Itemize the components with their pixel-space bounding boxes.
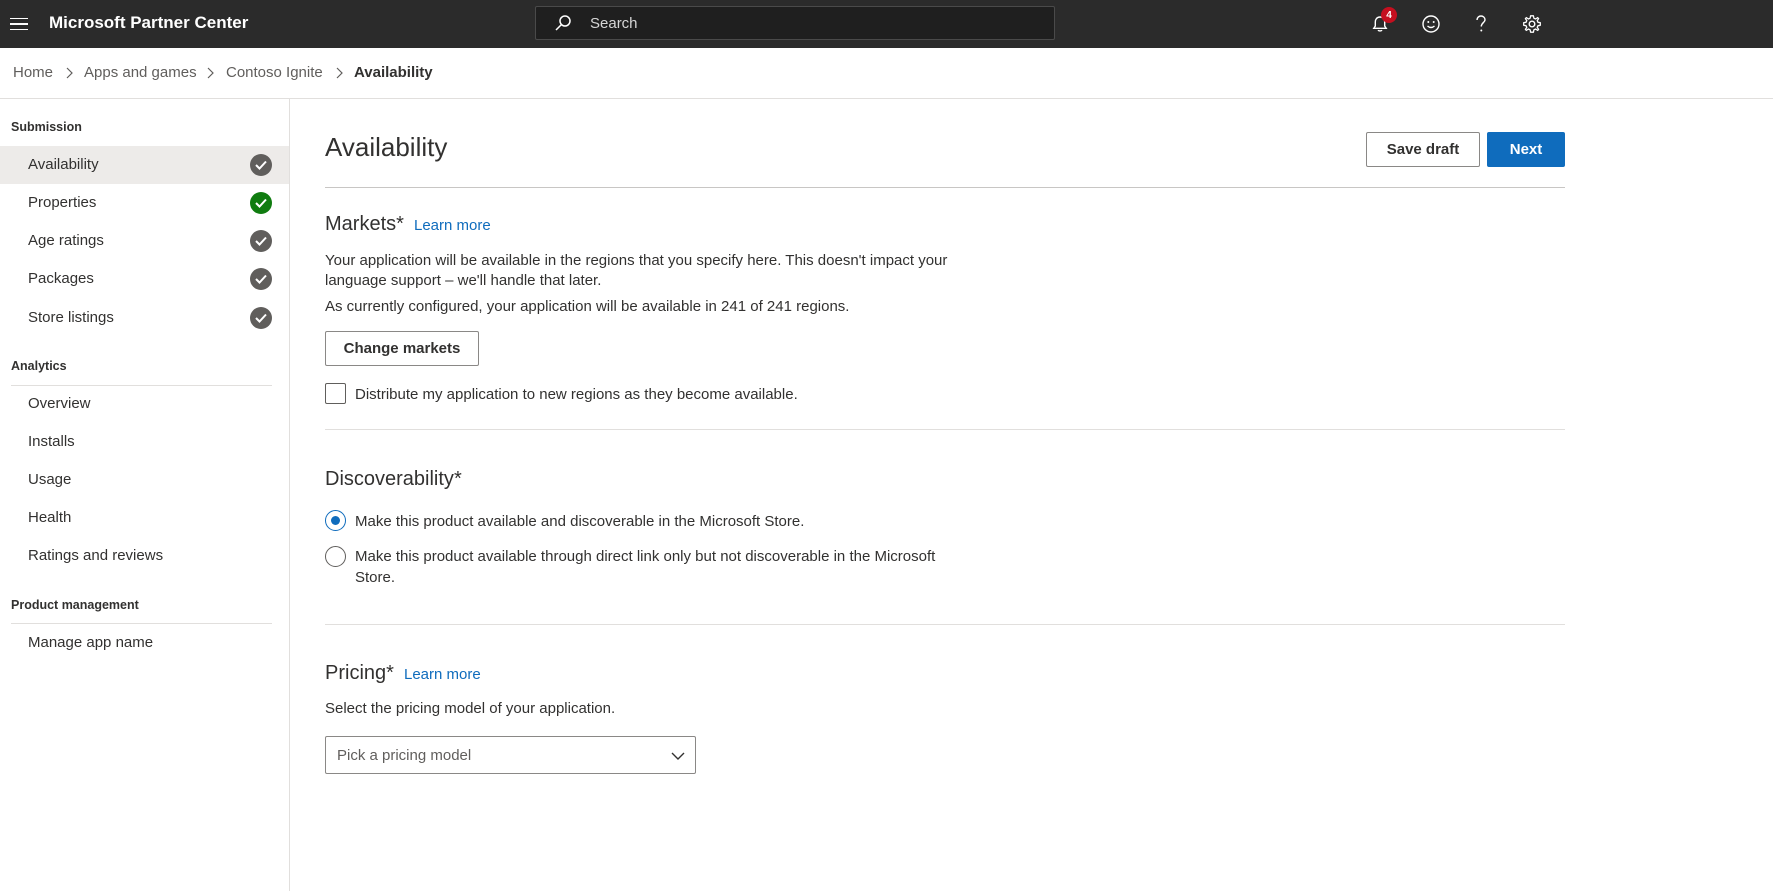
sidebar-item-health[interactable]: Health bbox=[0, 499, 289, 537]
sidebar-item-label: Manage app name bbox=[28, 634, 154, 651]
discoverable-radio[interactable] bbox=[325, 510, 346, 531]
sidebar-item-availability[interactable]: Availability bbox=[0, 146, 289, 184]
discoverability-title: Discoverability bbox=[325, 468, 454, 490]
pricing-title: Pricing bbox=[325, 662, 387, 684]
settings-button[interactable] bbox=[1520, 12, 1544, 36]
pricing-model-dropdown[interactable]: Pick a pricing model bbox=[325, 736, 696, 774]
gear-icon bbox=[1523, 15, 1541, 33]
required-marker: * bbox=[396, 213, 404, 235]
sidebar-item-label: Properties bbox=[28, 194, 97, 211]
sidebar-item-label: Health bbox=[28, 509, 72, 526]
next-button[interactable]: Next bbox=[1487, 132, 1565, 167]
chevron-right-icon bbox=[207, 67, 214, 79]
sidebar-item-store-listings[interactable]: Store listings bbox=[0, 299, 289, 337]
sidebar-item-age-ratings[interactable]: Age ratings bbox=[0, 222, 289, 260]
direct-link-only-radio[interactable] bbox=[325, 546, 346, 567]
sidebar-heading-submission: Submission bbox=[11, 120, 82, 134]
page-title: Availability bbox=[325, 132, 448, 162]
pricing-learn-more-link[interactable]: Learn more bbox=[404, 666, 481, 683]
app-title[interactable]: Microsoft Partner Center bbox=[49, 13, 248, 33]
direct-link-only-radio-label-line2[interactable]: Store. bbox=[355, 568, 395, 588]
sidebar-item-label: Store listings bbox=[28, 309, 114, 326]
sidebar-item-label: Packages bbox=[28, 270, 94, 287]
smiley-icon bbox=[1422, 15, 1440, 33]
required-marker: * bbox=[453, 468, 462, 490]
checkmark-icon bbox=[250, 154, 272, 176]
main-content: Availability Save draft Next Markets* Le… bbox=[325, 99, 1565, 891]
sidebar-item-properties[interactable]: Properties bbox=[0, 184, 289, 222]
sidebar-item-label: Availability bbox=[28, 156, 99, 173]
feedback-button[interactable] bbox=[1419, 12, 1443, 36]
discoverable-radio-label[interactable]: Make this product available and discover… bbox=[355, 512, 804, 532]
markets-heading: Markets* bbox=[325, 213, 404, 236]
header-divider bbox=[325, 187, 1565, 188]
search-icon bbox=[555, 15, 571, 31]
sidebar-heading-analytics: Analytics bbox=[11, 359, 67, 373]
breadcrumb-contoso-ignite[interactable]: Contoso Ignite bbox=[226, 64, 323, 81]
chevron-right-icon bbox=[336, 67, 343, 79]
checkmark-icon bbox=[250, 307, 272, 329]
help-button[interactable] bbox=[1469, 12, 1493, 36]
save-draft-button[interactable]: Save draft bbox=[1366, 132, 1480, 167]
search-input[interactable] bbox=[590, 7, 1040, 39]
distribute-new-regions-label[interactable]: Distribute my application to new regions… bbox=[355, 385, 798, 405]
search-box[interactable] bbox=[535, 6, 1055, 40]
markets-learn-more-link[interactable]: Learn more bbox=[414, 217, 491, 234]
distribute-new-regions-checkbox[interactable] bbox=[325, 383, 346, 404]
breadcrumb-home[interactable]: Home bbox=[13, 64, 53, 81]
markets-title: Markets bbox=[325, 213, 397, 235]
sidebar: Submission Availability Properties Age r… bbox=[0, 99, 290, 891]
breadcrumb: Home Apps and games Contoso Ignite Avail… bbox=[0, 48, 1773, 99]
notifications-button[interactable]: 4 bbox=[1368, 7, 1397, 36]
section-divider bbox=[325, 624, 1565, 625]
section-divider bbox=[325, 429, 1565, 430]
checkmark-icon bbox=[250, 230, 272, 252]
chevron-down-icon bbox=[671, 752, 685, 760]
top-bar: Microsoft Partner Center 4 bbox=[0, 0, 1773, 48]
sidebar-item-installs[interactable]: Installs bbox=[0, 423, 289, 461]
sidebar-item-packages[interactable]: Packages bbox=[0, 260, 289, 298]
notification-count-badge: 4 bbox=[1381, 7, 1397, 23]
help-icon bbox=[1476, 15, 1486, 32]
checkmark-icon bbox=[250, 268, 272, 290]
pricing-model-placeholder: Pick a pricing model bbox=[337, 747, 472, 764]
markets-status-text: As currently configured, your applicatio… bbox=[325, 298, 850, 315]
checkmark-success-icon bbox=[250, 192, 272, 214]
markets-description-line1: Your application will be available in th… bbox=[325, 252, 948, 269]
sidebar-item-overview[interactable]: Overview bbox=[0, 385, 289, 423]
sidebar-item-label: Age ratings bbox=[28, 232, 104, 249]
sidebar-item-usage[interactable]: Usage bbox=[0, 461, 289, 499]
sidebar-heading-product-management: Product management bbox=[11, 598, 139, 612]
change-markets-button[interactable]: Change markets bbox=[325, 331, 479, 366]
chevron-right-icon bbox=[66, 67, 73, 79]
sidebar-item-manage-app-name[interactable]: Manage app name bbox=[0, 624, 289, 662]
discoverability-heading: Discoverability* bbox=[325, 468, 462, 491]
pricing-heading: Pricing* bbox=[325, 662, 394, 685]
sidebar-item-ratings-and-reviews[interactable]: Ratings and reviews bbox=[0, 537, 289, 575]
sidebar-item-label: Usage bbox=[28, 471, 72, 488]
hamburger-menu-icon[interactable] bbox=[10, 14, 30, 34]
required-marker: * bbox=[386, 662, 394, 684]
direct-link-only-radio-label-line1[interactable]: Make this product available through dire… bbox=[355, 547, 935, 567]
breadcrumb-availability: Availability bbox=[354, 64, 433, 81]
markets-description-line2: language support – we'll handle that lat… bbox=[325, 272, 602, 289]
sidebar-item-label: Installs bbox=[28, 433, 75, 450]
pricing-description: Select the pricing model of your applica… bbox=[325, 700, 616, 717]
breadcrumb-apps-and-games[interactable]: Apps and games bbox=[84, 64, 197, 81]
sidebar-item-label: Overview bbox=[28, 395, 91, 412]
sidebar-item-label: Ratings and reviews bbox=[28, 547, 164, 564]
